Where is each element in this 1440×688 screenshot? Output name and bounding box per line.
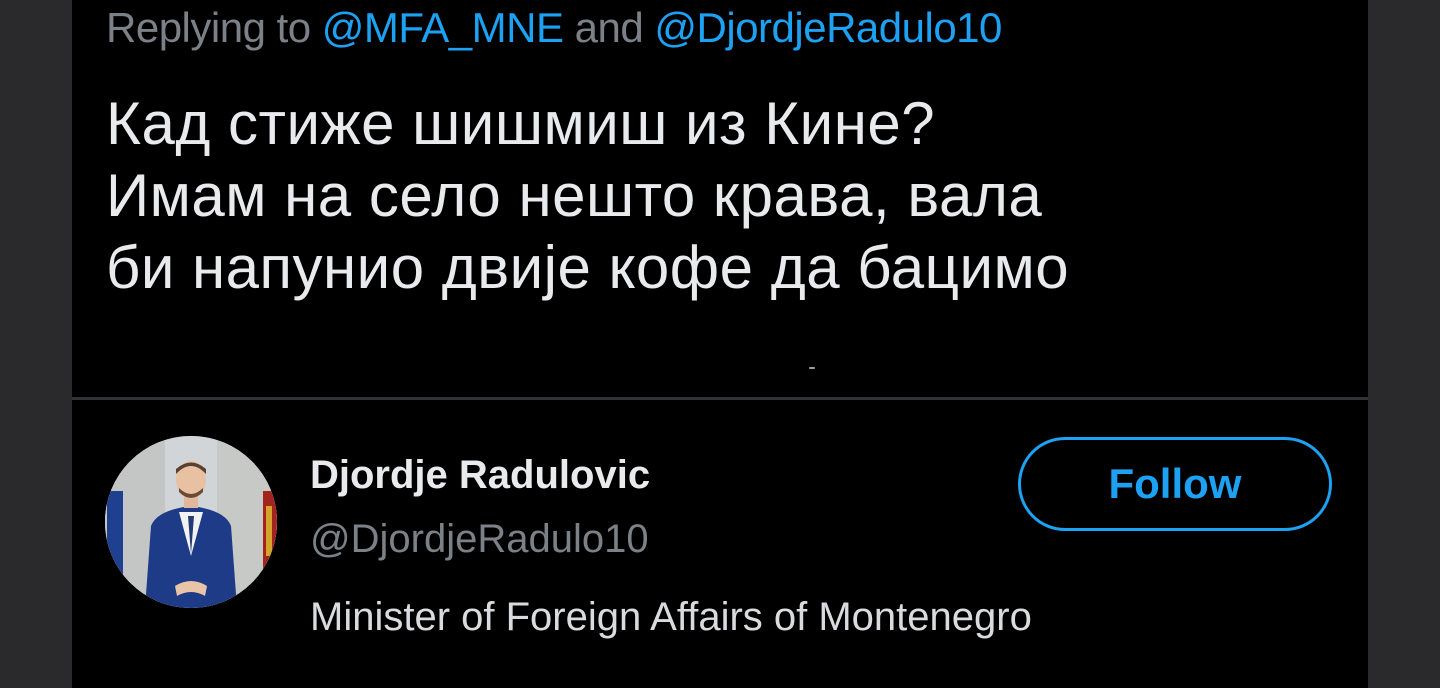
tweet-text-line: Имам на село нешто крава, вала xyxy=(106,162,1043,229)
replying-to-label: Replying to xyxy=(106,4,322,51)
replying-to-line: Replying to @MFA_MNE and @DjordjeRadulo1… xyxy=(106,6,1002,50)
tweet-text: Кад стиже шишмиш из Кине? Имам на село н… xyxy=(106,88,1336,304)
tweet-text-line: Кад стиже шишмиш из Кине? xyxy=(106,90,936,157)
mention-link-djordje[interactable]: @DjordjeRadulo10 xyxy=(654,4,1002,51)
mention-link-mfa-mne[interactable]: @MFA_MNE xyxy=(322,4,564,51)
user-handle[interactable]: @DjordjeRadulo10 xyxy=(310,516,649,562)
avatar[interactable] xyxy=(105,436,277,608)
tweet-text-line: би напунио двије кофе да бацимо xyxy=(106,234,1070,301)
avatar-portrait-image xyxy=(105,436,277,608)
display-name[interactable]: Djordje Radulovic xyxy=(310,452,650,498)
tweet-card: Replying to @MFA_MNE and @DjordjeRadulo1… xyxy=(72,0,1368,688)
replying-to-joiner: and xyxy=(563,4,655,51)
stray-dot xyxy=(809,367,815,369)
divider xyxy=(72,397,1368,400)
follow-button[interactable]: Follow xyxy=(1018,437,1332,531)
profile-bio: Minister of Foreign Affairs of Montenegr… xyxy=(310,595,1032,639)
